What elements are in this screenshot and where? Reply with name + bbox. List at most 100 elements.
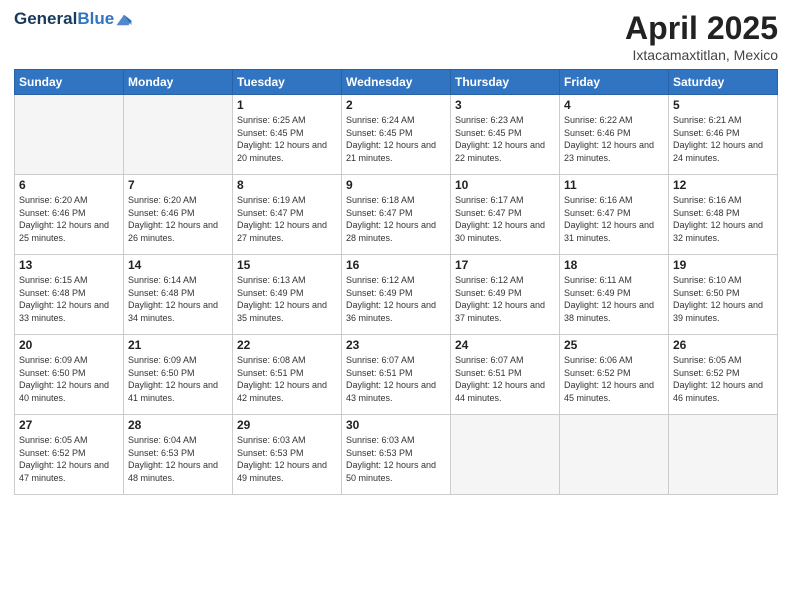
day-number: 25 bbox=[564, 338, 664, 352]
day-info: Sunrise: 6:12 AM Sunset: 6:49 PM Dayligh… bbox=[455, 274, 555, 324]
table-row: 15Sunrise: 6:13 AM Sunset: 6:49 PM Dayli… bbox=[233, 255, 342, 335]
day-info: Sunrise: 6:16 AM Sunset: 6:48 PM Dayligh… bbox=[673, 194, 773, 244]
day-info: Sunrise: 6:12 AM Sunset: 6:49 PM Dayligh… bbox=[346, 274, 446, 324]
table-row bbox=[669, 415, 778, 495]
col-tuesday: Tuesday bbox=[233, 70, 342, 95]
table-row: 9Sunrise: 6:18 AM Sunset: 6:47 PM Daylig… bbox=[342, 175, 451, 255]
day-number: 20 bbox=[19, 338, 119, 352]
calendar-table: Sunday Monday Tuesday Wednesday Thursday… bbox=[14, 69, 778, 495]
day-info: Sunrise: 6:07 AM Sunset: 6:51 PM Dayligh… bbox=[455, 354, 555, 404]
table-row: 23 Sunrise: 6:07 AM Sunset: 6:51 PM Dayli… bbox=[342, 335, 451, 415]
day-info: Sunrise: 6:09 AM Sunset: 6:50 PM Dayligh… bbox=[128, 354, 228, 404]
day-info: Sunrise: 6:05 AM Sunset: 6:52 PM Dayligh… bbox=[673, 354, 773, 404]
day-number: 13 bbox=[19, 258, 119, 272]
calendar-header-row: Sunday Monday Tuesday Wednesday Thursday… bbox=[15, 70, 778, 95]
table-row: 21Sunrise: 6:09 AM Sunset: 6:50 PM Dayli… bbox=[124, 335, 233, 415]
table-row: 3 Sunrise: 6:23 AM Sunset: 6:45 PM Daylig… bbox=[451, 95, 560, 175]
day-number: 9 bbox=[346, 178, 446, 192]
day-info: Sunrise: 6:19 AM Sunset: 6:47 PM Dayligh… bbox=[237, 194, 337, 244]
table-row: 29 Sunrise: 6:03 AM Sunset: 6:53 PM Dayli… bbox=[233, 415, 342, 495]
day-number: 2 bbox=[346, 98, 446, 112]
table-row: 6 Sunrise: 6:20 AM Sunset: 6:46 PM Daylig… bbox=[15, 175, 124, 255]
day-info: Sunrise: 6:03 AM Sunset: 6:53 PM Dayligh… bbox=[237, 434, 337, 484]
day-info: Sunrise: 6:22 AM Sunset: 6:46 PM Dayligh… bbox=[564, 114, 664, 164]
calendar-week-row: 6 Sunrise: 6:20 AM Sunset: 6:46 PM Daylig… bbox=[15, 175, 778, 255]
table-row: 26Sunrise: 6:05 AM Sunset: 6:52 PM Dayli… bbox=[669, 335, 778, 415]
table-row: 16 Sunrise: 6:12 AM Sunset: 6:49 PM Dayli… bbox=[342, 255, 451, 335]
header: GeneralBlue April 2025 Ixtacamaxtitlan, … bbox=[14, 10, 778, 63]
logo-icon bbox=[115, 11, 133, 29]
table-row bbox=[15, 95, 124, 175]
table-row bbox=[124, 95, 233, 175]
calendar-week-row: 20 Sunrise: 6:09 AM Sunset: 6:50 PM Dayli… bbox=[15, 335, 778, 415]
day-number: 4 bbox=[564, 98, 664, 112]
day-info: Sunrise: 6:10 AM Sunset: 6:50 PM Dayligh… bbox=[673, 274, 773, 324]
day-info: Sunrise: 6:23 AM Sunset: 6:45 PM Dayligh… bbox=[455, 114, 555, 164]
day-info: Sunrise: 6:08 AM Sunset: 6:51 PM Dayligh… bbox=[237, 354, 337, 404]
day-number: 6 bbox=[19, 178, 119, 192]
day-number: 24 bbox=[455, 338, 555, 352]
table-row: 2 Sunrise: 6:24 AM Sunset: 6:45 PM Daylig… bbox=[342, 95, 451, 175]
day-info: Sunrise: 6:16 AM Sunset: 6:47 PM Dayligh… bbox=[564, 194, 664, 244]
day-number: 17 bbox=[455, 258, 555, 272]
table-row: 7Sunrise: 6:20 AM Sunset: 6:46 PM Daylig… bbox=[124, 175, 233, 255]
logo-general-text: GeneralBlue bbox=[14, 10, 114, 29]
day-info: Sunrise: 6:15 AM Sunset: 6:48 PM Dayligh… bbox=[19, 274, 119, 324]
calendar-week-row: 13 Sunrise: 6:15 AM Sunset: 6:48 PM Dayli… bbox=[15, 255, 778, 335]
table-row bbox=[451, 415, 560, 495]
table-row: 19 Sunrise: 6:10 AM Sunset: 6:50 PM Dayli… bbox=[669, 255, 778, 335]
day-info: Sunrise: 6:17 AM Sunset: 6:47 PM Dayligh… bbox=[455, 194, 555, 244]
table-row: 10 Sunrise: 6:17 AM Sunset: 6:47 PM Dayli… bbox=[451, 175, 560, 255]
day-number: 16 bbox=[346, 258, 446, 272]
page: GeneralBlue April 2025 Ixtacamaxtitlan, … bbox=[0, 0, 792, 612]
col-saturday: Saturday bbox=[669, 70, 778, 95]
day-info: Sunrise: 6:05 AM Sunset: 6:52 PM Dayligh… bbox=[19, 434, 119, 484]
table-row: 17 Sunrise: 6:12 AM Sunset: 6:49 PM Dayli… bbox=[451, 255, 560, 335]
day-info: Sunrise: 6:24 AM Sunset: 6:45 PM Dayligh… bbox=[346, 114, 446, 164]
title-block: April 2025 Ixtacamaxtitlan, Mexico bbox=[625, 10, 778, 63]
day-info: Sunrise: 6:04 AM Sunset: 6:53 PM Dayligh… bbox=[128, 434, 228, 484]
table-row: 14 Sunrise: 6:14 AM Sunset: 6:48 PM Dayli… bbox=[124, 255, 233, 335]
table-row: 20Sunrise: 6:09 AM Sunset: 6:50 PM Dayli… bbox=[15, 335, 124, 415]
logo: GeneralBlue bbox=[14, 10, 133, 29]
day-number: 8 bbox=[237, 178, 337, 192]
col-friday: Friday bbox=[560, 70, 669, 95]
day-number: 23 bbox=[346, 338, 446, 352]
table-row: 27 Sunrise: 6:05 AM Sunset: 6:52 PM Dayli… bbox=[15, 415, 124, 495]
day-info: Sunrise: 6:07 AM Sunset: 6:51 PM Dayligh… bbox=[346, 354, 446, 404]
day-number: 19 bbox=[673, 258, 773, 272]
day-number: 14 bbox=[128, 258, 228, 272]
calendar-week-row: 1Sunrise: 6:25 AM Sunset: 6:45 PM Daylig… bbox=[15, 95, 778, 175]
table-row: 28Sunrise: 6:04 AM Sunset: 6:53 PM Dayli… bbox=[124, 415, 233, 495]
calendar-week-row: 27 Sunrise: 6:05 AM Sunset: 6:52 PM Dayli… bbox=[15, 415, 778, 495]
table-row: 8 Sunrise: 6:19 AM Sunset: 6:47 PM Daylig… bbox=[233, 175, 342, 255]
table-row: 24 Sunrise: 6:07 AM Sunset: 6:51 PM Dayli… bbox=[451, 335, 560, 415]
table-row: 25Sunrise: 6:06 AM Sunset: 6:52 PM Dayli… bbox=[560, 335, 669, 415]
day-number: 15 bbox=[237, 258, 337, 272]
table-row: 5 Sunrise: 6:21 AM Sunset: 6:46 PM Daylig… bbox=[669, 95, 778, 175]
day-number: 10 bbox=[455, 178, 555, 192]
table-row: 11 Sunrise: 6:16 AM Sunset: 6:47 PM Dayli… bbox=[560, 175, 669, 255]
day-number: 11 bbox=[564, 178, 664, 192]
day-info: Sunrise: 6:03 AM Sunset: 6:53 PM Dayligh… bbox=[346, 434, 446, 484]
day-info: Sunrise: 6:14 AM Sunset: 6:48 PM Dayligh… bbox=[128, 274, 228, 324]
day-info: Sunrise: 6:11 AM Sunset: 6:49 PM Dayligh… bbox=[564, 274, 664, 324]
table-row: 22 Sunrise: 6:08 AM Sunset: 6:51 PM Dayli… bbox=[233, 335, 342, 415]
day-number: 22 bbox=[237, 338, 337, 352]
day-number: 3 bbox=[455, 98, 555, 112]
month-title: April 2025 bbox=[625, 10, 778, 47]
day-number: 18 bbox=[564, 258, 664, 272]
day-info: Sunrise: 6:20 AM Sunset: 6:46 PM Dayligh… bbox=[128, 194, 228, 244]
day-number: 5 bbox=[673, 98, 773, 112]
day-info: Sunrise: 6:21 AM Sunset: 6:46 PM Dayligh… bbox=[673, 114, 773, 164]
col-monday: Monday bbox=[124, 70, 233, 95]
col-sunday: Sunday bbox=[15, 70, 124, 95]
table-row: 4 Sunrise: 6:22 AM Sunset: 6:46 PM Daylig… bbox=[560, 95, 669, 175]
day-number: 27 bbox=[19, 418, 119, 432]
table-row: 12Sunrise: 6:16 AM Sunset: 6:48 PM Dayli… bbox=[669, 175, 778, 255]
day-number: 1 bbox=[237, 98, 337, 112]
table-row: 30Sunrise: 6:03 AM Sunset: 6:53 PM Dayli… bbox=[342, 415, 451, 495]
day-info: Sunrise: 6:20 AM Sunset: 6:46 PM Dayligh… bbox=[19, 194, 119, 244]
table-row: 1Sunrise: 6:25 AM Sunset: 6:45 PM Daylig… bbox=[233, 95, 342, 175]
day-number: 29 bbox=[237, 418, 337, 432]
